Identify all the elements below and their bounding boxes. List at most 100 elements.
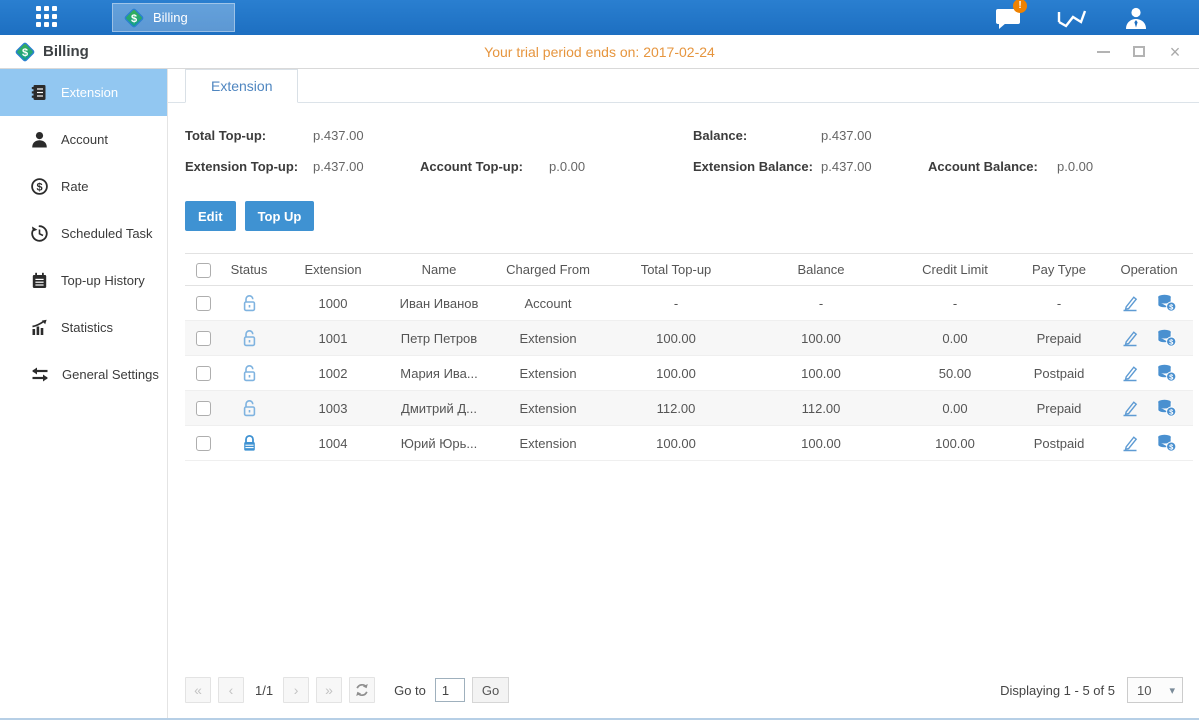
cell-total-topup: 100.00 xyxy=(607,321,745,356)
edit-button[interactable]: Edit xyxy=(185,201,236,231)
cell-operation: $ xyxy=(1105,426,1193,461)
topup-money-icon[interactable]: $ xyxy=(1156,329,1177,347)
goto-label: Go to xyxy=(394,683,426,698)
cell-charged-from: Extension xyxy=(489,321,607,356)
row-checkbox[interactable] xyxy=(196,296,211,311)
cell-balance: 100.00 xyxy=(745,426,897,461)
trial-notice: Your trial period ends on: 2017-02-24 xyxy=(0,44,1199,60)
status-lock-icon[interactable] xyxy=(221,286,277,321)
topup-money-icon[interactable]: $ xyxy=(1156,364,1177,382)
col-header-name: Name xyxy=(389,254,489,286)
extension-topup-label: Extension Top-up: xyxy=(185,159,313,174)
billing-window: Billing ! xyxy=(0,0,1199,720)
status-lock-icon[interactable] xyxy=(221,391,277,426)
row-checkbox[interactable] xyxy=(196,436,211,451)
billing-title-icon xyxy=(14,41,36,63)
cell-credit-limit: 100.00 xyxy=(897,426,1013,461)
edit-icon[interactable] xyxy=(1121,434,1139,452)
status-lock-icon[interactable] xyxy=(221,426,277,461)
extension-topup-value: p.437.00 xyxy=(313,159,420,174)
status-lock-icon[interactable] xyxy=(221,356,277,391)
extension-balance-value: p.437.00 xyxy=(821,159,928,174)
cell-credit-limit: 0.00 xyxy=(897,391,1013,426)
notifications-icon[interactable]: ! xyxy=(993,5,1023,31)
tab-extension[interactable]: Extension xyxy=(185,69,298,103)
cell-balance: - xyxy=(745,286,897,321)
page-size-select[interactable]: 10 ▾ xyxy=(1127,677,1183,703)
close-button[interactable]: × xyxy=(1167,44,1183,60)
first-page-button[interactable]: « xyxy=(185,677,211,703)
edit-icon[interactable] xyxy=(1121,364,1139,382)
col-header-balance: Balance xyxy=(745,254,897,286)
taskbar-tab-billing[interactable]: Billing xyxy=(112,3,235,32)
sidebar-item-topup-history[interactable]: Top-up History xyxy=(0,257,167,304)
go-button[interactable]: Go xyxy=(472,677,509,703)
sidebar-item-rate[interactable]: $ Rate xyxy=(0,163,167,210)
edit-icon[interactable] xyxy=(1121,294,1139,312)
edit-icon[interactable] xyxy=(1121,329,1139,347)
extension-table-wrap: Status Extension Name Charged From Total… xyxy=(168,231,1199,461)
window-titlebar: Billing Your trial period ends on: 2017-… xyxy=(0,35,1199,69)
sidebar-item-extension[interactable]: Extension xyxy=(0,69,167,116)
notification-badge: ! xyxy=(1013,0,1027,13)
prev-page-button[interactable]: ‹ xyxy=(218,677,244,703)
next-page-button[interactable]: › xyxy=(283,677,309,703)
person-icon xyxy=(31,131,48,148)
cell-pay-type: Prepaid xyxy=(1013,321,1105,356)
col-header-extension: Extension xyxy=(277,254,389,286)
table-row: 1000 Иван Иванов Account - - - - xyxy=(185,286,1193,321)
cell-balance: 100.00 xyxy=(745,321,897,356)
cell-total-topup: 112.00 xyxy=(607,391,745,426)
table-row: 1002 Мария Ива... Extension 100.00 100.0… xyxy=(185,356,1193,391)
select-all-checkbox[interactable] xyxy=(196,263,211,278)
minimize-button[interactable] xyxy=(1095,44,1111,60)
col-header-operation: Operation xyxy=(1105,254,1193,286)
row-checkbox[interactable] xyxy=(196,401,211,416)
cell-balance: 112.00 xyxy=(745,391,897,426)
cell-operation: $ xyxy=(1105,286,1193,321)
col-header-pay-type: Pay Type xyxy=(1013,254,1105,286)
edit-icon[interactable] xyxy=(1121,399,1139,417)
row-checkbox[interactable] xyxy=(196,366,211,381)
sliders-icon xyxy=(31,367,49,382)
extension-balance-label: Extension Balance: xyxy=(693,159,821,174)
table-row: 1001 Петр Петров Extension 100.00 100.00… xyxy=(185,321,1193,356)
cell-extension: 1003 xyxy=(277,391,389,426)
dollar-circle-icon: $ xyxy=(31,178,48,195)
cell-total-topup: 100.00 xyxy=(607,426,745,461)
unlocked-icon xyxy=(241,294,258,312)
app-grid-icon[interactable] xyxy=(36,6,60,30)
account-topup-value: p.0.00 xyxy=(549,159,585,174)
maximize-button[interactable] xyxy=(1131,44,1147,60)
topup-money-icon[interactable]: $ xyxy=(1156,294,1177,312)
sidebar-item-statistics[interactable]: Statistics xyxy=(0,304,167,351)
cell-operation: $ xyxy=(1105,321,1193,356)
svg-text:$: $ xyxy=(36,182,42,194)
cell-operation: $ xyxy=(1105,356,1193,391)
balance-value: p.437.00 xyxy=(821,128,872,143)
cell-balance: 100.00 xyxy=(745,356,897,391)
toolbar: Edit Top Up xyxy=(168,182,1199,231)
cell-extension: 1001 xyxy=(277,321,389,356)
cell-operation: $ xyxy=(1105,391,1193,426)
topup-button[interactable]: Top Up xyxy=(245,201,315,231)
sidebar-item-label: Rate xyxy=(61,179,88,194)
cell-credit-limit: 50.00 xyxy=(897,356,1013,391)
row-checkbox[interactable] xyxy=(196,331,211,346)
unlocked-icon xyxy=(241,364,258,382)
cell-charged-from: Extension xyxy=(489,426,607,461)
topup-money-icon[interactable]: $ xyxy=(1156,434,1177,452)
topup-money-icon[interactable]: $ xyxy=(1156,399,1177,417)
last-page-button[interactable]: » xyxy=(316,677,342,703)
tab-strip: Extension xyxy=(168,69,1199,103)
status-lock-icon[interactable] xyxy=(221,321,277,356)
sidebar-item-scheduled-task[interactable]: Scheduled Task xyxy=(0,210,167,257)
user-account-icon[interactable] xyxy=(1121,5,1151,31)
goto-page-input[interactable] xyxy=(435,678,465,702)
sidebar-item-general-settings[interactable]: General Settings xyxy=(0,351,167,398)
sidebar-item-label: General Settings xyxy=(62,367,159,382)
sidebar-item-account[interactable]: Account xyxy=(0,116,167,163)
locked-icon xyxy=(241,434,258,452)
resource-monitor-icon[interactable] xyxy=(1057,5,1087,31)
refresh-button[interactable] xyxy=(349,677,375,703)
